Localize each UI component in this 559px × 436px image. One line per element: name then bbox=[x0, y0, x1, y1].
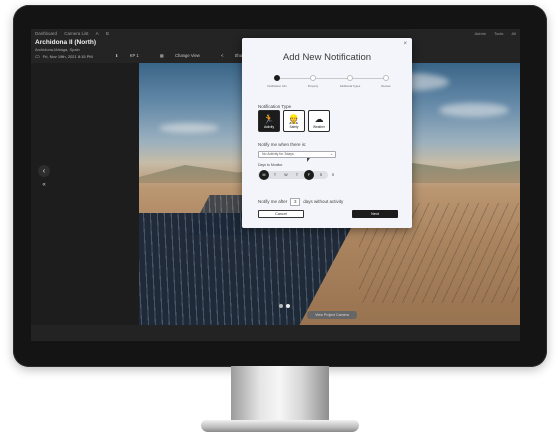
step-label: Additional Types bbox=[339, 84, 361, 88]
date-selector[interactable]: ▭ Fri, Nov 19th, 2021 8:15 PM bbox=[35, 54, 93, 60]
step-label: Notification Info bbox=[267, 84, 287, 88]
day-toggle[interactable]: T bbox=[292, 170, 302, 180]
step-2-indicator bbox=[310, 75, 316, 81]
monitor-stand-neck bbox=[231, 366, 329, 424]
mouse-cursor-icon bbox=[307, 158, 310, 162]
add-notification-modal: × Add New Notification Notification Info… bbox=[242, 38, 412, 228]
all-menu[interactable]: All bbox=[512, 31, 516, 36]
next-button[interactable]: Next bbox=[352, 210, 398, 218]
monitor-stand-base bbox=[201, 420, 359, 432]
date-label: Fri, Nov 19th, 2021 8:15 PM bbox=[42, 54, 93, 59]
grid-icon: ▦ bbox=[159, 53, 165, 58]
close-icon[interactable]: × bbox=[403, 41, 407, 47]
modal-title: Add New Notification bbox=[282, 52, 372, 63]
calendar-icon: ▭ bbox=[35, 54, 40, 60]
type-safety-button[interactable]: 👷 Safety bbox=[283, 110, 305, 132]
tools-menu[interactable]: Tools bbox=[494, 31, 503, 36]
cloud-rain-icon: ☁ bbox=[314, 114, 324, 124]
download-icon: ⬇ bbox=[115, 53, 120, 58]
notify-after-row: Notify me after 3 days without activity bbox=[258, 198, 343, 206]
breadcrumb-item[interactable]: A bbox=[96, 31, 99, 36]
days-to-monitor-label: Days to Monitor bbox=[258, 163, 283, 167]
breadcrumb-item[interactable]: B bbox=[106, 31, 109, 36]
notification-type-label: Notification Type bbox=[258, 104, 292, 109]
days-count-input[interactable]: 3 bbox=[290, 198, 301, 206]
chevron-left-icon[interactable]: ‹ bbox=[38, 165, 50, 177]
running-person-icon: 🏃 bbox=[263, 114, 275, 124]
step-1-indicator bbox=[274, 75, 280, 81]
notify-after-prefix: Notify me after bbox=[258, 199, 288, 205]
hard-hat-worker-icon: 👷 bbox=[288, 114, 300, 124]
double-chevron-left-icon[interactable]: « bbox=[38, 179, 50, 191]
type-activity-button[interactable]: 🏃 Activity bbox=[258, 110, 280, 132]
notify-after-suffix: days without activity bbox=[303, 199, 344, 205]
site-location: Archidona,Málaga, Spain bbox=[35, 47, 80, 52]
step-3-indicator bbox=[347, 75, 353, 81]
left-panel: ‹ « bbox=[31, 63, 139, 325]
cancel-button[interactable]: Cancel bbox=[258, 210, 304, 218]
step-label: Review bbox=[381, 84, 391, 88]
notify-when-label: Notify me when there is: bbox=[258, 142, 307, 147]
admin-menu[interactable]: Admin bbox=[475, 31, 486, 36]
type-label: Activity bbox=[263, 125, 275, 129]
step-4-indicator bbox=[383, 75, 389, 81]
notify-condition-select[interactable]: No Activity for 3days ⌄ bbox=[258, 151, 336, 158]
select-value: No Activity for 3days bbox=[262, 152, 294, 156]
day-toggle[interactable]: S bbox=[316, 170, 326, 180]
day-toggle[interactable]: M bbox=[259, 170, 269, 180]
type-weather-button[interactable]: ☁ Weather bbox=[308, 110, 330, 132]
type-label: Weather bbox=[313, 125, 325, 129]
day-toggle[interactable]: T bbox=[270, 170, 280, 180]
breadcrumb: Dashboard Camera List A B bbox=[35, 31, 115, 36]
day-toggle[interactable]: W bbox=[281, 170, 291, 180]
chevron-down-icon: ⌄ bbox=[330, 152, 333, 156]
bottom-bar bbox=[31, 325, 520, 341]
breadcrumb-item[interactable]: Camera List bbox=[64, 31, 88, 36]
change-view-button[interactable]: ▦ Change View bbox=[160, 53, 210, 58]
top-right-menu: Admin Tools All bbox=[468, 31, 516, 36]
type-label: Safety bbox=[289, 125, 299, 129]
camera-selector[interactable]: ⬇ KP 1 bbox=[115, 53, 149, 58]
stepper-track bbox=[276, 78, 386, 79]
page-title: Archidona II (North) bbox=[35, 39, 97, 46]
step-label: Property bbox=[307, 84, 319, 88]
share-icon: < bbox=[221, 53, 225, 58]
day-toggle[interactable]: F bbox=[304, 170, 314, 180]
breadcrumb-item[interactable]: Dashboard bbox=[35, 31, 57, 36]
day-toggle[interactable]: S bbox=[328, 170, 338, 180]
